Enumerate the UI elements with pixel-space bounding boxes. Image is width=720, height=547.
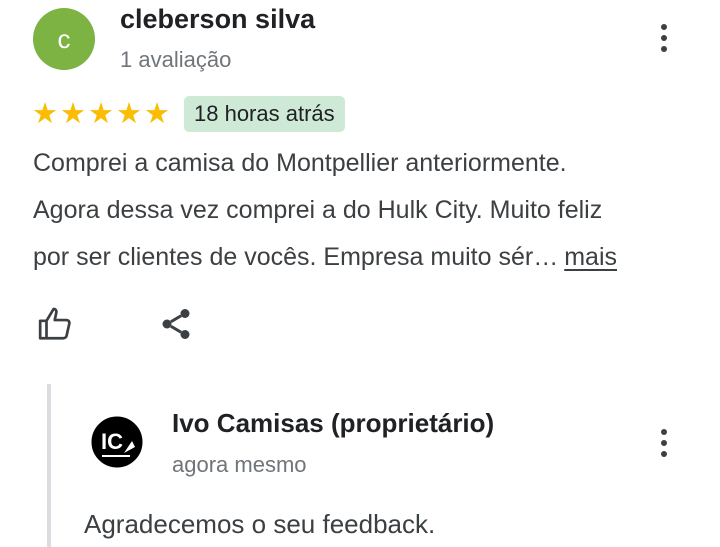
star-icon: ★ bbox=[144, 98, 170, 130]
menu-dot bbox=[661, 451, 667, 457]
reviewer-review-count: 1 avaliação bbox=[120, 47, 232, 72]
star-rating: ★ ★ ★ ★ ★ bbox=[32, 100, 170, 129]
owner-logo-text: IC bbox=[101, 429, 123, 454]
reply-indent-bar bbox=[47, 384, 51, 547]
more-options-icon[interactable] bbox=[654, 24, 674, 52]
owner-logo[interactable]: IC bbox=[90, 415, 144, 469]
review-text-line: por ser clientes de vocês. Empresa muito… bbox=[33, 234, 693, 281]
reviewer-name[interactable]: cleberson silva bbox=[120, 4, 315, 35]
thumb-up-icon[interactable] bbox=[37, 305, 75, 343]
menu-dot bbox=[661, 46, 667, 52]
review-text-truncated: por ser clientes de vocês. Empresa muito… bbox=[33, 243, 559, 271]
share-icon[interactable] bbox=[158, 305, 194, 343]
review-text: Comprei a camisa do Montpellier anterior… bbox=[33, 140, 693, 281]
star-icon: ★ bbox=[60, 98, 86, 130]
review-text-line: Comprei a camisa do Montpellier anterior… bbox=[33, 149, 567, 177]
reply-time: agora mesmo bbox=[172, 452, 307, 477]
star-icon: ★ bbox=[116, 98, 142, 130]
owner-name[interactable]: Ivo Camisas (proprietário) bbox=[172, 408, 494, 439]
reply-text: Agradecemos o seu feedback. bbox=[84, 509, 436, 539]
star-icon: ★ bbox=[32, 98, 58, 130]
more-link[interactable]: mais bbox=[564, 243, 617, 271]
review-time-badge: 18 horas atrás bbox=[184, 96, 345, 132]
review-text-line: Agora dessa vez comprei a do Hulk City. … bbox=[33, 196, 603, 224]
star-icon: ★ bbox=[88, 98, 114, 130]
menu-dot bbox=[661, 35, 667, 41]
menu-dot bbox=[661, 24, 667, 30]
menu-dot bbox=[661, 440, 667, 446]
more-options-icon[interactable] bbox=[654, 429, 674, 457]
menu-dot bbox=[661, 429, 667, 435]
reviewer-avatar[interactable]: c bbox=[33, 8, 95, 70]
